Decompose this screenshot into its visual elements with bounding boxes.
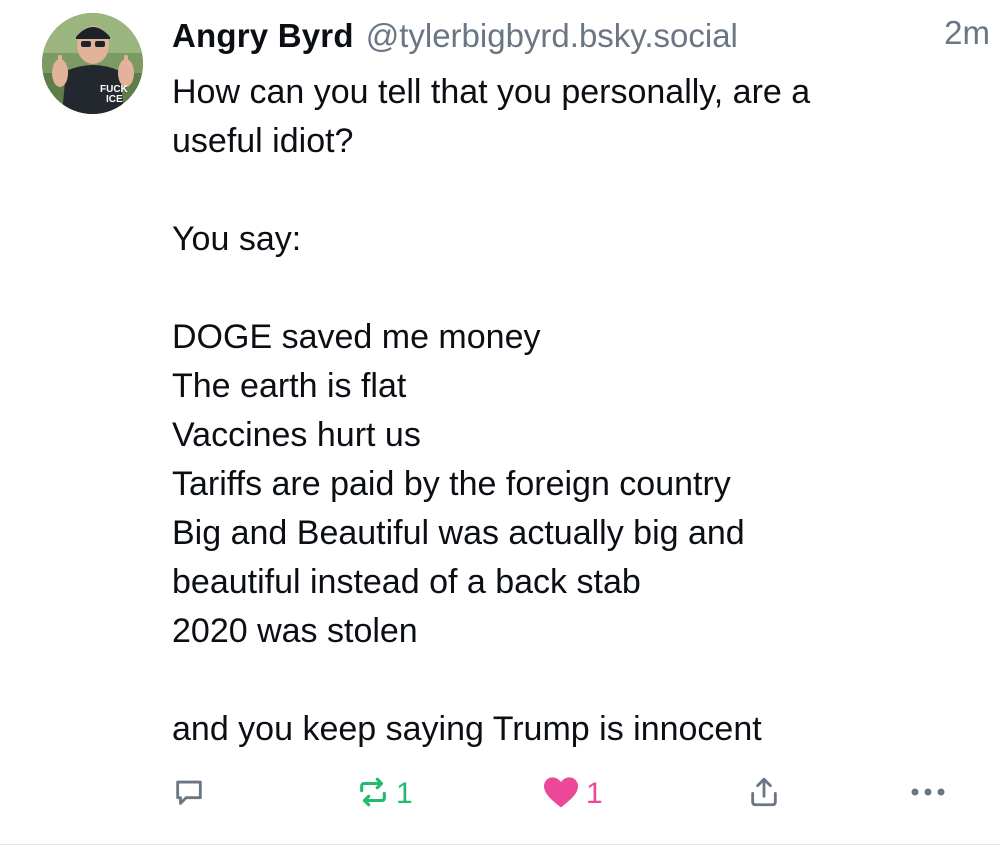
like-button[interactable]: 1 bbox=[542, 770, 603, 818]
post-header: Angry Byrd @tylerbigbyrd.bsky.social bbox=[172, 14, 972, 58]
post-text-line: beautiful instead of a back stab bbox=[172, 563, 641, 601]
reply-icon bbox=[172, 775, 206, 814]
post-text-line: Tariffs are paid by the foreign country bbox=[172, 465, 731, 503]
more-options-button[interactable] bbox=[910, 770, 946, 818]
post[interactable]: FUCK ICE Angry Byrd @tylerbigbyrd.bsky.s… bbox=[0, 0, 1000, 844]
avatar[interactable]: FUCK ICE bbox=[42, 13, 143, 114]
post-text-line: The earth is flat bbox=[172, 367, 407, 405]
author-handle[interactable]: @tylerbigbyrd.bsky.social bbox=[366, 17, 738, 55]
post-text-line: Big and Beautiful was actually big and bbox=[172, 514, 745, 552]
post-text-line bbox=[172, 166, 952, 215]
repost-count: 1 bbox=[396, 777, 413, 810]
share-button[interactable] bbox=[747, 770, 781, 818]
post-text-line: and you keep saying Trump is innocent bbox=[172, 710, 762, 748]
post-actions: 1 1 bbox=[172, 770, 962, 818]
post-text-line: You say: bbox=[172, 220, 302, 258]
post-text-line bbox=[172, 656, 952, 705]
avatar-image: FUCK ICE bbox=[42, 13, 143, 114]
post-divider bbox=[0, 844, 1000, 858]
author-display-name[interactable]: Angry Byrd bbox=[172, 17, 354, 55]
post-text: How can you tell that you personally, ar… bbox=[172, 68, 952, 754]
post-text-line bbox=[172, 264, 952, 313]
more-icon bbox=[910, 785, 946, 803]
heart-icon bbox=[542, 775, 580, 814]
avatar-shirt-text-2: ICE bbox=[106, 94, 123, 105]
reply-button[interactable] bbox=[172, 770, 206, 818]
share-icon bbox=[747, 775, 781, 814]
repost-icon bbox=[356, 775, 390, 814]
post-timestamp[interactable]: 2m bbox=[944, 14, 990, 52]
post-text-line: Vaccines hurt us bbox=[172, 416, 421, 454]
repost-button[interactable]: 1 bbox=[356, 770, 413, 818]
post-text-line: DOGE saved me money bbox=[172, 318, 541, 356]
post-text-line: 2020 was stolen bbox=[172, 612, 418, 650]
like-count: 1 bbox=[586, 777, 603, 810]
post-text-line: How can you tell that you personally, ar… bbox=[172, 73, 811, 111]
post-text-line: useful idiot? bbox=[172, 122, 354, 160]
